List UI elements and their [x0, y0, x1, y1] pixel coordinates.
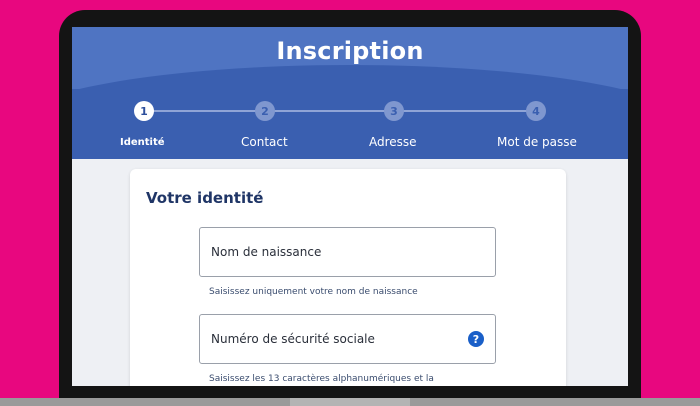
device-base-notch [290, 398, 410, 406]
section-title: Votre identité [146, 189, 264, 207]
step-1-indicator[interactable]: 1 [134, 101, 154, 121]
social-security-field[interactable]: Numéro de sécurité sociale ? [199, 314, 496, 364]
step-2-indicator[interactable]: 2 [255, 101, 275, 121]
step-1-label[interactable]: Identité [120, 137, 165, 148]
social-security-help: Saisissez les 13 caractères alphanumériq… [209, 374, 434, 384]
step-4-indicator[interactable]: 4 [526, 101, 546, 121]
step-3-indicator[interactable]: 3 [384, 101, 404, 121]
device-base [0, 398, 700, 406]
question-icon[interactable]: ? [468, 331, 484, 347]
step-4-label[interactable]: Mot de passe [497, 135, 577, 149]
app-screen: Inscription 1 2 3 4 Identité Contact Adr… [72, 27, 628, 386]
step-3-label[interactable]: Adresse [369, 135, 417, 149]
birth-name-label: Nom de naissance [211, 245, 322, 259]
birth-name-field[interactable]: Nom de naissance [199, 227, 496, 277]
stepper-track [144, 110, 538, 112]
birth-name-help: Saisissez uniquement votre nom de naissa… [209, 287, 418, 297]
registration-header: Inscription 1 2 3 4 Identité Contact Adr… [72, 27, 628, 159]
social-security-label: Numéro de sécurité sociale [211, 332, 375, 346]
page-title: Inscription [276, 37, 424, 65]
identity-form-card: Votre identité Nom de naissance Saisisse… [130, 169, 566, 386]
step-2-label[interactable]: Contact [241, 135, 288, 149]
